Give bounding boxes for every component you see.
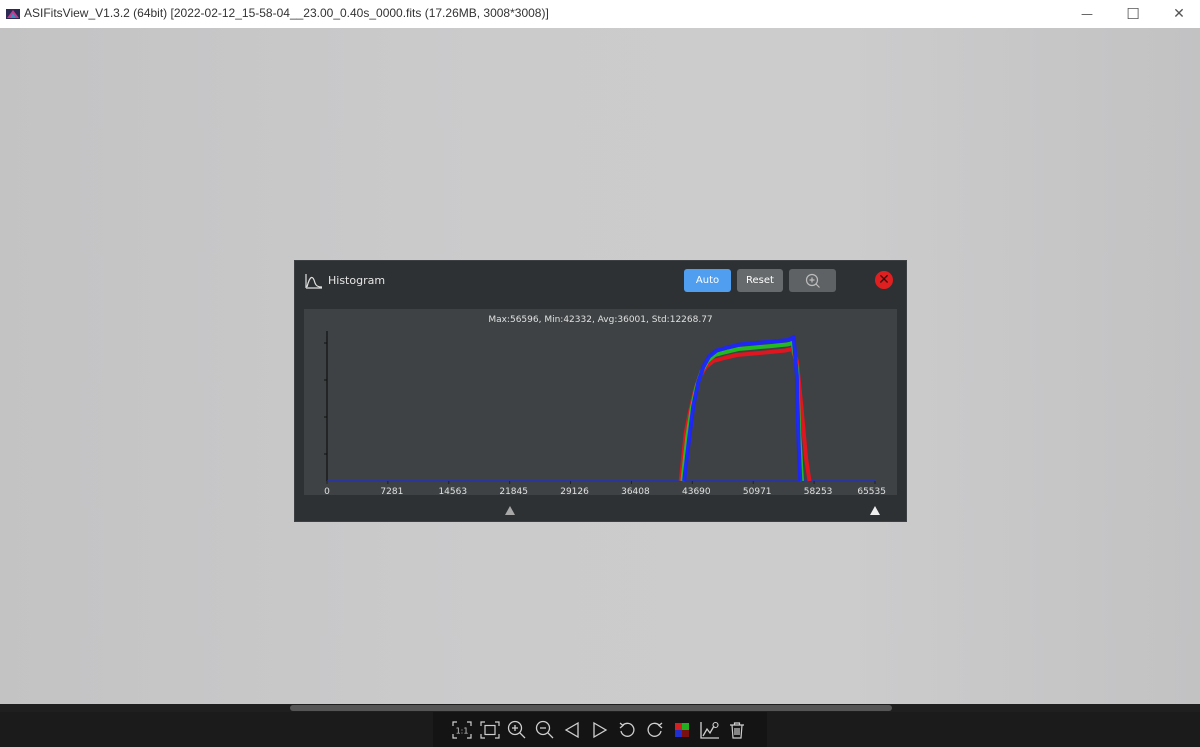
x-tick-label: 0 (324, 487, 330, 495)
previous-image-button[interactable] (561, 719, 583, 741)
zoom-histogram-button[interactable] (789, 269, 836, 292)
histogram-chart: 0 7281 14563 21845 29126 36408 43690 50971 58253… (324, 331, 886, 495)
color-channels-button[interactable] (671, 719, 693, 741)
reset-button[interactable]: Reset (737, 269, 783, 292)
minimize-button[interactable]: — (1064, 0, 1110, 28)
zoom-out-button[interactable] (534, 719, 556, 741)
title-bar: ASIFitsView_V1.3.2 (64bit) [2022-02-12_1… (0, 0, 1200, 28)
next-icon (592, 721, 607, 738)
x-tick-label: 65535 (857, 487, 886, 495)
close-button[interactable]: ✕ (1156, 0, 1200, 28)
histogram-series-green (680, 341, 804, 482)
x-tick-label: 21845 (499, 487, 528, 495)
previous-icon (564, 721, 579, 738)
histogram-title: Histogram (328, 274, 386, 287)
actual-size-label: 1:1 (456, 726, 469, 735)
histogram-curve-icon (305, 274, 323, 289)
actual-size-button[interactable]: 1:1 (451, 719, 473, 741)
delete-button[interactable] (726, 719, 748, 741)
rotate-left-button[interactable] (616, 719, 638, 741)
rotate-left-icon (619, 722, 635, 737)
x-tick-label: 7281 (380, 487, 403, 495)
close-histogram-button[interactable]: ✕ (875, 271, 893, 289)
fit-screen-button[interactable] (479, 719, 501, 741)
horizontal-scrollbar[interactable] (0, 704, 1200, 712)
color-channels-icon (675, 722, 689, 737)
black-point-handle[interactable] (504, 506, 515, 515)
rotate-right-button[interactable] (644, 719, 666, 741)
auto-button[interactable]: Auto (684, 269, 731, 292)
x-tick-label: 36408 (621, 487, 650, 495)
histogram-series-blue (682, 335, 803, 482)
minimize-icon: — (1081, 7, 1093, 21)
scrollbar-thumb[interactable] (290, 705, 892, 711)
close-icon: ✕ (1173, 6, 1185, 22)
window-title: ASIFitsView_V1.3.2 (64bit) [2022-02-12_1… (24, 6, 549, 20)
zoom-in-icon (507, 720, 526, 738)
x-tick-label: 29126 (560, 487, 589, 495)
histogram-panel: Histogram Auto Reset ✕ Max:56596, Min:42… (294, 260, 907, 522)
maximize-button[interactable]: ☐ (1110, 0, 1156, 28)
fit-screen-icon (479, 720, 500, 739)
bottom-toolbar: 1:1 (433, 712, 767, 747)
x-tick-label: 14563 (438, 487, 467, 495)
histogram-icon (699, 721, 719, 739)
maximize-icon: ☐ (1126, 5, 1140, 23)
delete-icon (730, 721, 744, 739)
app-logo-icon (6, 9, 20, 19)
histogram-plot: Max:56596, Min:42332, Avg:36001, Std:122… (304, 309, 897, 495)
close-icon: ✕ (878, 272, 890, 288)
x-tick-label: 50971 (743, 487, 772, 495)
white-point-handle[interactable] (870, 506, 880, 515)
rotate-right-icon (647, 722, 662, 737)
x-tick-label: 58253 (804, 487, 833, 495)
zoom-out-icon (535, 720, 553, 738)
histogram-button[interactable] (699, 719, 721, 741)
zoom-in-button[interactable] (506, 719, 528, 741)
x-tick-label: 43690 (682, 487, 711, 495)
next-image-button[interactable] (589, 719, 611, 741)
level-slider[interactable] (304, 503, 897, 517)
actual-size-icon: 1:1 (452, 720, 472, 739)
zoom-in-icon (805, 273, 820, 288)
histogram-series-red (678, 347, 812, 482)
